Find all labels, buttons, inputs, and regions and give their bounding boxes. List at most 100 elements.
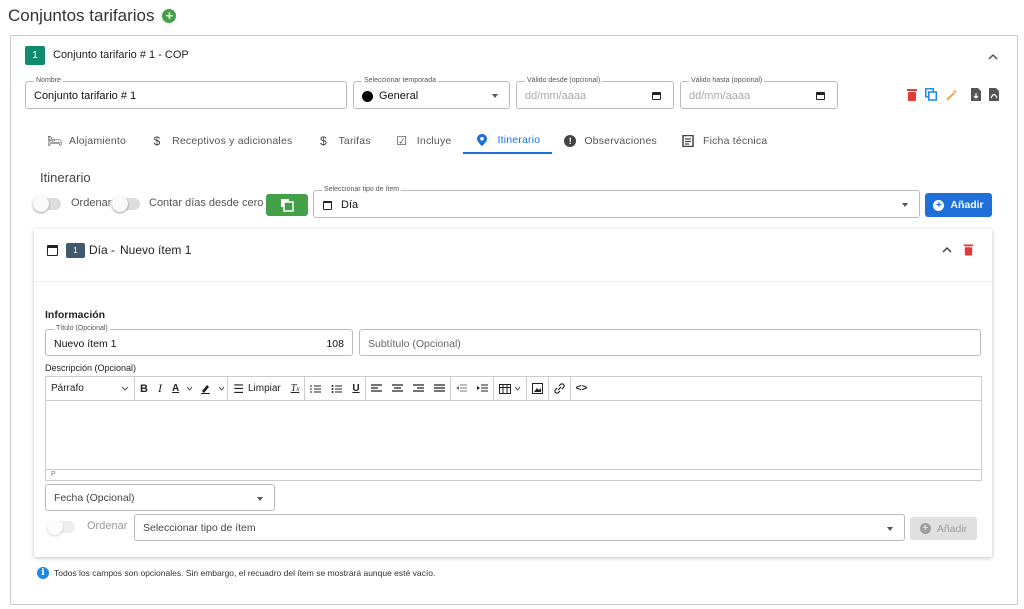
remove-format-icon[interactable]: Tx (286, 377, 305, 400)
name-field-value: Conjunto tarifario # 1 (34, 90, 137, 102)
item-type-text: Día - (89, 243, 116, 257)
date-select-placeholder: Fecha (Opcional) (54, 492, 135, 504)
set-number-badge: 1 (25, 46, 45, 65)
item-title-field[interactable]: Título (Opcional) Nuevo ítem 1 108 (45, 324, 353, 356)
checkbox-icon: ☑ (396, 134, 408, 148)
info-icon: i (37, 567, 49, 579)
align-justify-icon[interactable] (429, 377, 450, 400)
underline-icon[interactable]: U (347, 377, 364, 400)
tab-ficha-tecnica[interactable]: Ficha técnica (669, 128, 779, 154)
magic-wand-icon[interactable] (946, 88, 958, 101)
item-type-select[interactable]: Seleccionar tipo de ítem Día (313, 185, 920, 218)
sub-item-type-select[interactable]: Seleccionar tipo de ítem (134, 514, 905, 541)
tab-label: Ficha técnica (702, 135, 768, 147)
valid-from-placeholder: dd/mm/aaaa (525, 90, 587, 102)
copy-icon (281, 199, 294, 212)
section-title: Itinerario (40, 170, 91, 185)
tab-tarifas[interactable]: $ Tarifas (304, 128, 382, 154)
document-icon (682, 135, 694, 147)
valid-from-field[interactable]: Válido desde (opcional) dd/mm/aaaa (516, 76, 674, 109)
align-left-icon[interactable] (366, 377, 387, 400)
add-item-label: Añadir (950, 199, 984, 211)
tab-receptivos[interactable]: $ Receptivos y adicionales (138, 128, 304, 154)
paragraph-format-select[interactable]: Párrafo (46, 377, 134, 400)
valid-to-label: Válido hasta (opcional) (689, 76, 765, 86)
location-pin-icon (477, 134, 488, 146)
item-subtitle-placeholder: Subtítulo (Opcional) (368, 338, 461, 350)
add-item-button[interactable]: + Añadir (925, 193, 992, 217)
text-color-icon[interactable]: A (167, 377, 184, 400)
calendar-icon[interactable] (652, 92, 661, 100)
item-type-select-value: Día (341, 199, 359, 211)
season-select[interactable]: Seleccionar temporada General (353, 76, 510, 109)
pdf-icon[interactable] (988, 88, 1000, 101)
season-select-value: General (379, 90, 419, 102)
add-set-icon[interactable]: + (162, 9, 177, 23)
valid-to-field[interactable]: Válido hasta (opcional) dd/mm/aaaa (680, 76, 838, 109)
item-number-badge: 1 (66, 243, 85, 258)
highlight-icon[interactable] (195, 377, 216, 400)
tab-alojamiento[interactable]: 🛏 Alojamiento (35, 128, 138, 154)
calendar-day-icon (323, 201, 332, 210)
sub-order-toggle[interactable] (47, 519, 75, 535)
copy-items-button[interactable] (266, 194, 308, 216)
align-center-icon[interactable] (387, 377, 408, 400)
tab-itinerario[interactable]: Itinerario (463, 128, 553, 154)
code-view-icon[interactable]: <> (571, 377, 593, 400)
tab-label: Observaciones (584, 135, 657, 147)
outdent-icon[interactable] (451, 377, 472, 400)
count-days-toggle[interactable] (112, 196, 140, 212)
bold-icon[interactable]: B (135, 377, 153, 400)
bed-icon: 🛏 (47, 134, 63, 148)
calendar-icon[interactable] (816, 92, 825, 100)
sub-add-button[interactable]: + Añadir (910, 517, 977, 540)
order-label: Ordenar (71, 197, 112, 209)
season-select-label: Seleccionar temporada (362, 76, 438, 86)
align-right-icon[interactable] (408, 377, 429, 400)
clear-format-button[interactable]: ☰ Limpiar (228, 377, 286, 400)
tab-bar: 🛏 Alojamiento $ Receptivos y adicionales… (35, 128, 779, 156)
dropdown-caret-icon (492, 94, 498, 98)
collapse-chevron-up-icon[interactable] (988, 53, 998, 60)
bullet-list-icon[interactable] (326, 377, 347, 400)
chevron-down-icon (514, 386, 521, 391)
footer-note-text: Todos los campos son opcionales. Sin emb… (54, 568, 436, 578)
chevron-down-icon[interactable] (216, 377, 227, 400)
name-field[interactable]: Nombre Conjunto tarifario # 1 (25, 76, 347, 109)
page-title-text: Conjuntos tarifarios (8, 6, 155, 25)
season-color-dot-icon (362, 91, 373, 102)
order-toggle[interactable] (33, 196, 61, 212)
collapse-chevron-up-icon[interactable] (942, 246, 952, 253)
tab-label: Receptivos y adicionales (172, 135, 293, 147)
file-export-icon[interactable] (970, 88, 982, 101)
valid-from-label: Válido desde (opcional) (525, 76, 603, 86)
page-title: Conjuntos tarifarios + (8, 6, 177, 26)
plus-circle-icon: + (919, 523, 931, 534)
chevron-down-icon (121, 386, 129, 391)
description-editor[interactable] (45, 400, 982, 470)
item-name-text: Nuevo ítem 1 (120, 243, 192, 257)
link-icon[interactable] (549, 377, 570, 400)
tab-label: Itinerario (497, 134, 541, 146)
delete-item-icon[interactable] (963, 243, 974, 256)
trash-icon[interactable] (906, 88, 918, 101)
image-icon[interactable] (527, 377, 548, 400)
date-select[interactable]: Fecha (Opcional) (45, 484, 275, 511)
footer-note: i Todos los campos son opcionales. Sin e… (37, 567, 435, 579)
list-icon: ☰ (233, 381, 244, 396)
rich-text-toolbar: Párrafo B I A ☰ Limpiar Tx U <> (45, 376, 982, 401)
tab-incluye[interactable]: ☑ Incluye (383, 128, 464, 154)
tab-observaciones[interactable]: ! Observaciones (552, 128, 669, 154)
paragraph-format-label: Párrafo (51, 383, 84, 394)
item-type-select-label: Seleccionar tipo de ítem (322, 185, 402, 195)
ordered-list-icon[interactable] (305, 377, 326, 400)
chevron-down-icon[interactable] (184, 377, 195, 400)
alert-circle-icon: ! (564, 135, 577, 147)
item-subtitle-field[interactable]: Subtítulo (Opcional) (359, 329, 981, 356)
italic-icon[interactable]: I (153, 377, 167, 400)
name-field-label: Nombre (34, 76, 63, 86)
duplicate-icon[interactable] (925, 88, 937, 101)
dropdown-caret-icon (902, 203, 908, 207)
indent-icon[interactable] (472, 377, 493, 400)
table-icon[interactable] (494, 377, 526, 400)
